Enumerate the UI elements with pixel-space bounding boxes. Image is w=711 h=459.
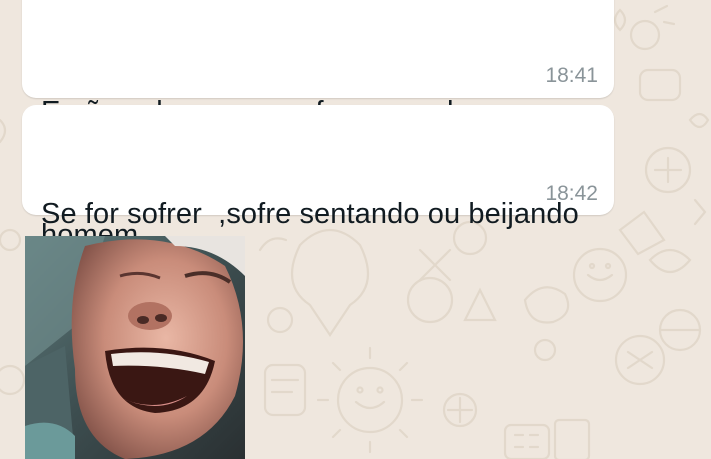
sticker-image[interactable]: [25, 236, 245, 459]
message-timestamp: 18:42: [545, 182, 598, 205]
chat-area[interactable]: E não vale a pena sofrer nem chorar por …: [0, 0, 711, 459]
message-timestamp: 18:41: [545, 64, 598, 87]
message-text-line: Se for sofrer ,sofre sentando ou beijand…: [41, 198, 579, 230]
incoming-message-bubble[interactable]: E não vale a pena sofrer nem chorar por …: [22, 0, 614, 251]
laughing-face-photo: [25, 236, 245, 459]
incoming-message-bubble[interactable]: Se for sofrer ,sofre sentando ou beijand…: [22, 105, 614, 358]
